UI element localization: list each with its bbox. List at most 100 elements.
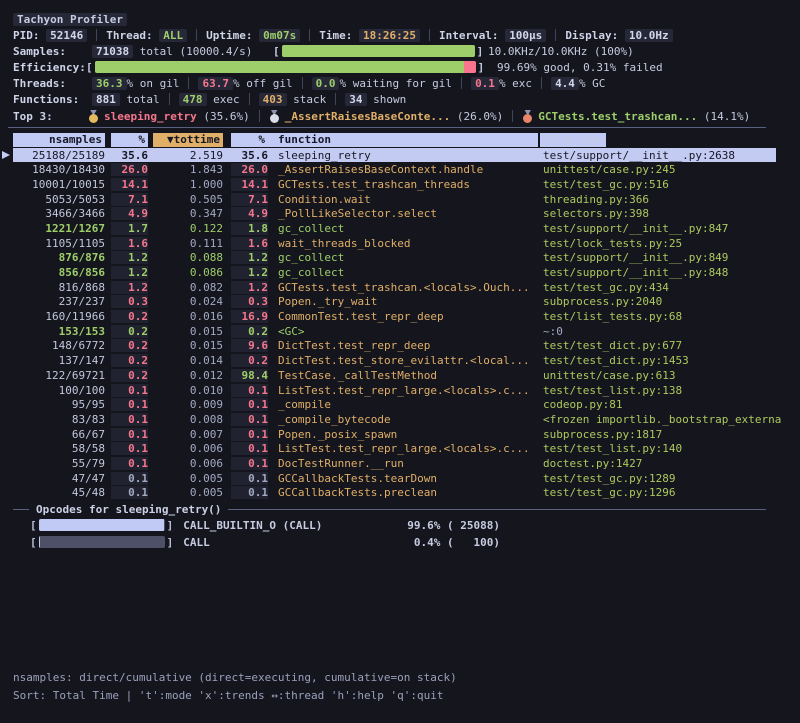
table-row[interactable]: 1105/11051.60.1111.6wait_threads_blocked… xyxy=(13,236,776,251)
cell-cumulative-pct: 0.2 xyxy=(231,354,268,367)
column-header-function[interactable]: function xyxy=(268,133,538,147)
table-row[interactable]: 95/950.10.0090.1_compilecodeop.py:81 xyxy=(13,397,776,412)
column-header-nsamples[interactable]: nsamples xyxy=(13,133,105,147)
table-row[interactable]: 58/580.10.0060.1ListTest.test_repr_large… xyxy=(13,441,776,456)
footer-keys-line: Sort: Total Time | 't':mode 'x':trends ↔… xyxy=(13,687,443,703)
thread-label: Thread: xyxy=(106,29,152,42)
cell-function-name: wait_threads_blocked xyxy=(268,237,540,250)
cell-cumulative-pct: 35.6 xyxy=(223,149,268,162)
medal-gold-icon xyxy=(88,110,99,123)
column-header-tottime-sorted[interactable]: ▼tottime xyxy=(153,133,223,147)
cell-tottime: 0.111 xyxy=(148,237,223,250)
cell-cumulative-pct: 4.9 xyxy=(231,207,268,220)
cell-function-name: <GC> xyxy=(268,325,540,338)
cell-function-name: ListTest.test_repr_large.<locals>.c... xyxy=(268,384,540,397)
table-row[interactable]: 83/830.10.0080.1_compile_bytecode<frozen… xyxy=(13,412,776,427)
cell-file-line: test/test_dict.py:677 xyxy=(540,339,776,352)
cell-tottime: 0.009 xyxy=(148,398,223,411)
cell-file-line: unittest/case.py:245 xyxy=(540,163,776,176)
stat-label: exec xyxy=(207,93,240,106)
samples-total: 71038 xyxy=(92,45,133,58)
cell-nsamples: 1105/1105 xyxy=(13,237,105,250)
column-header-cum-pct[interactable]: % xyxy=(231,133,268,147)
table-row[interactable]: 100/1000.10.0100.1ListTest.test_repr_lar… xyxy=(13,383,776,398)
cell-file-line: threading.py:366 xyxy=(540,193,776,206)
cell-tottime: 0.088 xyxy=(148,251,223,264)
cell-file-line: codeop.py:81 xyxy=(540,398,776,411)
cell-direct-pct: 26.0 xyxy=(111,163,148,176)
cell-cumulative-pct: 0.1 xyxy=(231,428,268,441)
stat-label: stack xyxy=(287,93,327,106)
cell-file-line: test/lock_tests.py:25 xyxy=(540,237,776,250)
table-row[interactable]: 876/8761.20.0881.2gc_collecttest/support… xyxy=(13,251,776,266)
cell-direct-pct: 1.7 xyxy=(111,222,148,235)
opcode-name: CALL xyxy=(183,536,210,549)
functions-line: Functions: 881 total478 exec403 stack34 … xyxy=(13,91,406,107)
table-row[interactable]: 18430/1843026.01.84326.0_AssertRaisesBas… xyxy=(13,162,776,177)
separator xyxy=(541,77,542,89)
efficiency-bar-good xyxy=(95,61,464,73)
thread-value[interactable]: ALL xyxy=(159,29,187,42)
table-row[interactable]: 10001/1001514.11.00014.1GCTests.test_tra… xyxy=(13,177,776,192)
top-function-name[interactable]: GCTests.test_trashcan... xyxy=(538,110,697,123)
cell-function-name: GCCallbackTests.preclean xyxy=(268,486,540,499)
efficiency-bar-failed xyxy=(464,61,476,73)
cell-direct-pct: 0.1 xyxy=(111,457,148,470)
cell-direct-pct: 1.2 xyxy=(111,266,148,279)
cell-direct-pct: 0.1 xyxy=(111,472,148,485)
rule-segment xyxy=(228,509,766,510)
cell-nsamples: 66/67 xyxy=(13,428,105,441)
cell-file-line: test/support/__init__.py:2638 xyxy=(540,149,776,162)
table-row[interactable]: 153/1530.20.0150.2<GC>~:0 xyxy=(13,324,776,339)
cell-cumulative-pct: 1.2 xyxy=(231,281,268,294)
efficiency-line: Efficiency: xyxy=(13,59,86,75)
table-row[interactable]: 25188/2518935.62.51935.6sleeping_retryte… xyxy=(13,148,776,163)
top3-label: Top 3: xyxy=(13,110,88,123)
separator xyxy=(96,29,97,41)
bracket-close: ] xyxy=(167,536,174,549)
separator xyxy=(461,77,462,89)
cell-nsamples: 160/11966 xyxy=(13,310,105,323)
table-row[interactable]: 47/470.10.0050.1GCCallbackTests.tearDown… xyxy=(13,471,776,486)
table-row[interactable]: 816/8681.20.0821.2GCTests.test_trashcan.… xyxy=(13,280,776,295)
table-row[interactable]: 237/2370.30.0240.3Popen._try_waitsubproc… xyxy=(13,295,776,310)
cell-direct-pct: 0.1 xyxy=(111,442,148,455)
table-row[interactable]: 66/670.10.0070.1Popen._posix_spawnsubpro… xyxy=(13,427,776,442)
cell-nsamples: 153/153 xyxy=(13,325,105,338)
cell-cumulative-pct: 0.1 xyxy=(231,472,268,485)
samples-total-suffix: total (10000.4/s) xyxy=(140,45,253,58)
cell-direct-pct: 0.2 xyxy=(111,339,148,352)
cell-function-name: sleeping_retry xyxy=(268,149,540,162)
table-row[interactable]: 45/480.10.0050.1GCCallbackTests.preclean… xyxy=(13,486,776,501)
column-header-file[interactable]: file:line xyxy=(540,133,776,147)
samples-rate: 10.0KHz/10.0KHz (100%) xyxy=(488,43,634,59)
opcode-row: []CALL 0.4% ( 100) xyxy=(13,534,500,550)
cell-function-name: DictTest.test_store_evilattr.<local... xyxy=(268,354,540,367)
top-function-name[interactable]: _AssertRaisesBaseConte... xyxy=(285,110,451,123)
cell-direct-pct: 0.2 xyxy=(111,369,148,382)
table-row[interactable]: 5053/50537.10.5057.1Condition.waitthread… xyxy=(13,192,776,207)
top-function-name[interactable]: sleeping_retry xyxy=(104,110,197,123)
table-row[interactable]: 1221/12671.70.1221.8gc_collecttest/suppo… xyxy=(13,221,776,236)
cell-tottime: 0.005 xyxy=(148,472,223,485)
table-row[interactable]: 55/790.10.0060.1DocTestRunner.__rundocte… xyxy=(13,456,776,471)
separator xyxy=(309,29,310,41)
column-header-pct[interactable]: % xyxy=(111,133,148,147)
table-row[interactable]: 122/697210.20.01298.4TestCase._callTestM… xyxy=(13,368,776,383)
table-row[interactable]: 3466/34664.90.3474.9_PollLikeSelector.se… xyxy=(13,206,776,221)
separator xyxy=(196,29,197,41)
table-row[interactable]: 856/8561.20.0861.2gc_collecttest/support… xyxy=(13,265,776,280)
stat-label: % waiting for gil xyxy=(339,77,452,90)
uptime-label: Uptime: xyxy=(206,29,252,42)
bracket-open: [ xyxy=(30,536,37,549)
stat-label: % off gil xyxy=(233,77,293,90)
table-row[interactable]: 137/1470.20.0140.2DictTest.test_store_ev… xyxy=(13,353,776,368)
cell-nsamples: 1221/1267 xyxy=(13,222,105,235)
table-row[interactable]: 160/119660.20.01616.9CommonTest.test_rep… xyxy=(13,309,776,324)
table-row[interactable]: 148/67720.20.0159.6DictTest.test_repr_de… xyxy=(13,339,776,354)
cell-nsamples: 856/856 xyxy=(13,266,105,279)
stat-value: 403 xyxy=(259,93,287,106)
separator xyxy=(259,110,260,122)
stat-label: % GC xyxy=(579,77,606,90)
threads-line: Threads: 36.3% on gil63.7% off gil0.0% w… xyxy=(13,75,605,91)
